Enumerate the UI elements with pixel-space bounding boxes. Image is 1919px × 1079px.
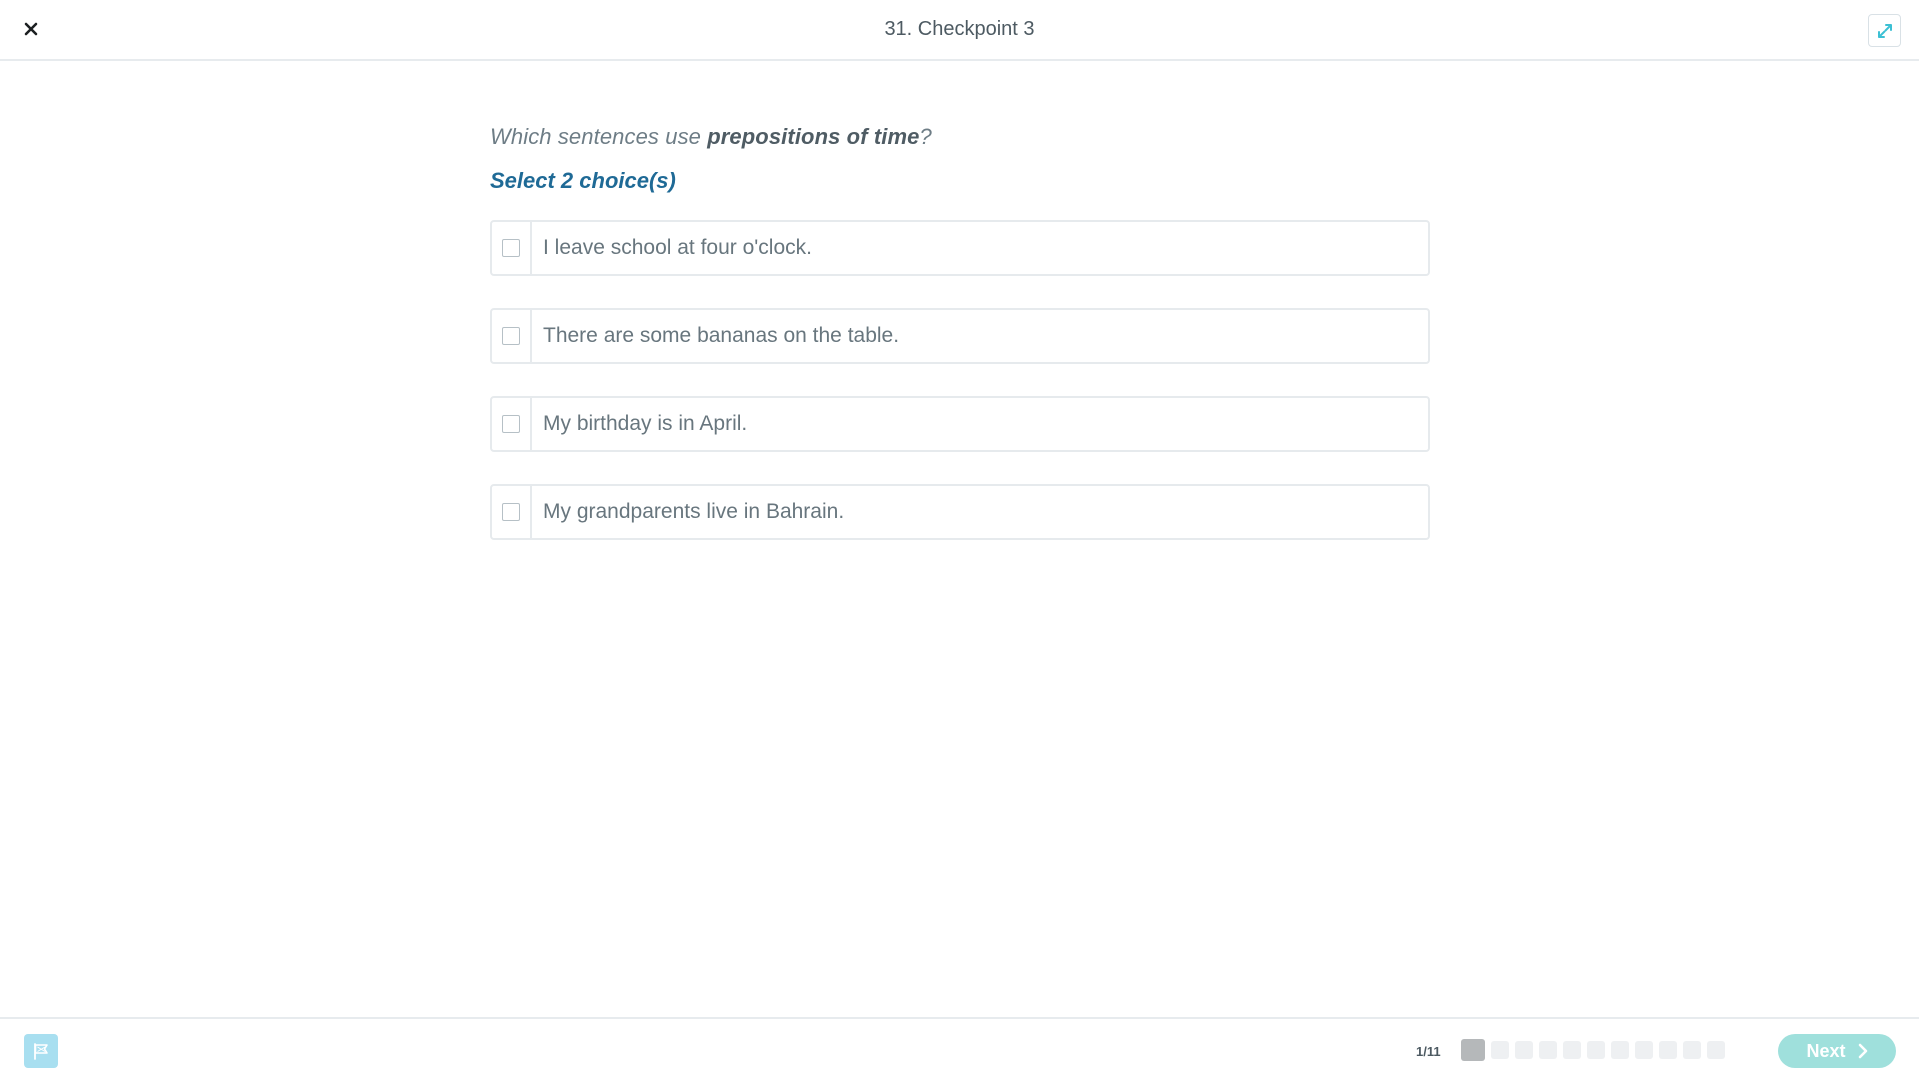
select-instruction: Select 2 choice(s) — [490, 168, 676, 193]
progress-step[interactable] — [1659, 1041, 1677, 1059]
progress-step[interactable] — [1587, 1041, 1605, 1059]
flag-button[interactable] — [24, 1034, 58, 1068]
choice-label[interactable]: My grandparents live in Bahrain. — [532, 486, 844, 538]
choice-checkbox[interactable] — [502, 503, 520, 521]
question-panel: Which sentences use prepositions of time… — [490, 124, 1430, 572]
choice-checkbox-cell[interactable] — [492, 398, 532, 450]
question-emphasis: prepositions of time — [707, 124, 920, 149]
progress-steps — [1461, 1039, 1725, 1061]
choice-checkbox-cell[interactable] — [492, 310, 532, 362]
choice-option[interactable]: There are some bananas on the table. — [490, 308, 1430, 364]
choice-label[interactable]: There are some bananas on the table. — [532, 310, 899, 362]
progress-step-current[interactable] — [1461, 1039, 1485, 1061]
choice-option[interactable]: My grandparents live in Bahrain. — [490, 484, 1430, 540]
choice-option[interactable]: I leave school at four o'clock. — [490, 220, 1430, 276]
progress-step[interactable] — [1707, 1041, 1725, 1059]
progress-step[interactable] — [1539, 1041, 1557, 1059]
progress-step[interactable] — [1515, 1041, 1533, 1059]
next-button-label: Next — [1806, 1040, 1846, 1061]
expand-icon — [1877, 23, 1892, 38]
progress-step[interactable] — [1635, 1041, 1653, 1059]
expand-button[interactable] — [1868, 14, 1901, 47]
question-prefix: Which sentences use — [490, 124, 708, 149]
choice-label[interactable]: I leave school at four o'clock. — [532, 222, 812, 274]
bottom-bar: 1/11 Next — [0, 1017, 1919, 1079]
choice-checkbox-cell[interactable] — [492, 486, 532, 538]
choice-option[interactable]: My birthday is in April. — [490, 396, 1430, 452]
progress-step[interactable] — [1491, 1041, 1509, 1059]
progress-step[interactable] — [1563, 1041, 1581, 1059]
choice-list: I leave school at four o'clock. There ar… — [490, 220, 1430, 540]
choice-label[interactable]: My birthday is in April. — [532, 398, 747, 450]
choice-checkbox-cell[interactable] — [492, 222, 532, 274]
progress-step[interactable] — [1683, 1041, 1701, 1059]
next-button[interactable]: Next — [1778, 1034, 1896, 1068]
top-bar: 31. Checkpoint 3 — [0, 0, 1919, 61]
question-text: Which sentences use prepositions of time… — [490, 124, 1430, 150]
progress-step[interactable] — [1611, 1041, 1629, 1059]
question-suffix: ? — [919, 124, 932, 149]
choice-checkbox[interactable] — [502, 327, 520, 345]
choice-checkbox[interactable] — [502, 415, 520, 433]
progress-counter: 1/11 — [1416, 1044, 1441, 1059]
choice-checkbox[interactable] — [502, 239, 520, 257]
page-title: 31. Checkpoint 3 — [884, 18, 1035, 40]
chevron-right-icon — [1858, 1043, 1867, 1059]
flag-icon — [34, 1043, 48, 1060]
